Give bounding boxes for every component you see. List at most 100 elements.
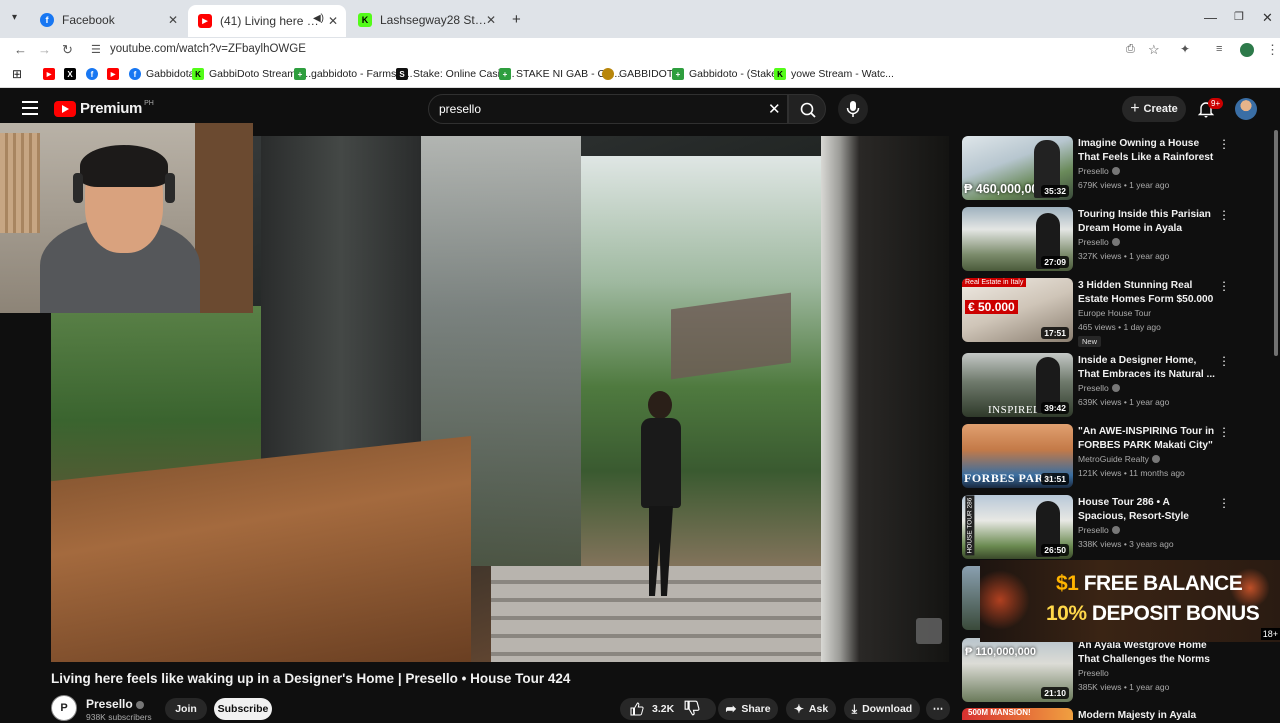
clear-search-icon[interactable]: ✕ (768, 100, 781, 118)
video-thumbnail[interactable]: ₱ 460,000,000 35:32 (962, 136, 1073, 200)
verified-icon (1111, 384, 1120, 392)
download-button[interactable]: ⤓ Download (844, 698, 920, 720)
related-video-item[interactable]: Real Estate in Italy € 50.000 17:51 3 Hi… (962, 275, 1262, 347)
join-button[interactable]: Join (165, 698, 207, 720)
search-input[interactable] (439, 102, 739, 116)
microphone-icon (846, 101, 860, 117)
related-video-item[interactable]: HOUSE TOUR 286 26:50 House Tour 286 • A … (962, 492, 1262, 563)
ad-percent: 10% (1046, 602, 1087, 625)
reload-icon[interactable]: ↻ (62, 42, 73, 58)
channel-text: Presello (1078, 525, 1109, 535)
youtube-premium-logo[interactable]: Premium PH (54, 100, 154, 117)
thumbnail-price-text: ₱ 110,000,000 (965, 646, 1036, 658)
profile-avatar-icon[interactable] (1240, 43, 1254, 57)
related-video-item[interactable]: 27:09 Touring Inside this Parisian Dream… (962, 204, 1262, 275)
channel-name[interactable]: Presello (86, 697, 144, 711)
video-thumbnail[interactable]: 500M MANSION! (962, 708, 1073, 720)
related-video-item[interactable]: INSPIRED 39:42 Inside a Designer Home, T… (962, 350, 1262, 421)
video-thumbnail[interactable] (962, 566, 982, 630)
bookmark-youtube-2[interactable]: ▶ (107, 68, 124, 80)
bookmark-x[interactable]: X (64, 68, 81, 80)
bookmark-gabbidoto[interactable]: GABBIDOTO (602, 68, 681, 80)
url-field[interactable]: youtube.com/watch?v=ZFbaylhOWGE (110, 43, 306, 55)
close-tab-icon[interactable]: ✕ (168, 13, 178, 27)
media-controls-icon[interactable]: ≡ (1216, 43, 1222, 55)
related-video-title: Touring Inside this Parisian Dream Home … (1078, 209, 1211, 234)
share-button[interactable]: ➦ Share (718, 698, 778, 720)
video-title: Living here feels like waking up in a De… (51, 671, 571, 686)
bookmark-facebook[interactable]: f (86, 68, 103, 80)
browser-menu-icon[interactable]: ⋮ (1266, 42, 1279, 58)
restore-window-icon[interactable]: ❐ (1234, 10, 1244, 23)
ad-subheadline: 10% DEPOSIT BONUS (1046, 602, 1260, 626)
bookmark-farmski[interactable]: + gabbidoto - Farmski... (294, 68, 413, 80)
thumbs-down-icon (684, 700, 700, 716)
tab-search-icon[interactable]: ▾ (12, 12, 17, 23)
video-thumbnail[interactable]: FORBES PARK 31:51 (962, 424, 1073, 488)
forward-icon[interactable]: → (38, 42, 51, 57)
close-tab-icon[interactable]: ✕ (328, 14, 338, 28)
channel-avatar[interactable]: P (51, 695, 77, 721)
tab-kick-stream[interactable]: K Lashsegway28 Stream - Watch ✕ (348, 6, 504, 34)
more-options-icon[interactable]: · · · (1220, 492, 1228, 513)
related-channel-name: Europe House Tour (1078, 308, 1152, 318)
related-video-title: 3 Hidden Stunning Real Estate Homes Form… (1078, 280, 1214, 305)
extensions-icon[interactable]: ✦ (1180, 42, 1190, 56)
close-window-icon[interactable]: ✕ (1262, 10, 1273, 26)
install-app-icon[interactable]: ⎙ (1126, 43, 1135, 56)
more-options-icon[interactable]: · · · (1220, 204, 1228, 225)
video-thumbnail[interactable]: 27:09 (962, 207, 1073, 271)
close-tab-icon[interactable]: ✕ (486, 13, 496, 27)
ask-button[interactable]: ✦ Ask (786, 698, 836, 720)
webcam-scene (73, 173, 83, 203)
related-channel-name: MetroGuide Realty (1078, 454, 1160, 464)
more-options-icon[interactable]: · · · (1220, 421, 1228, 442)
download-label: Download (862, 703, 913, 715)
apps-grid-icon[interactable]: ⊞ (12, 67, 22, 81)
minimize-window-icon[interactable]: — (1204, 10, 1217, 25)
related-video-item[interactable]: ₱ 110,000,000 21:10 An Ayala Westgrove H… (962, 638, 1262, 706)
video-thumbnail[interactable]: Real Estate in Italy € 50.000 17:51 (962, 278, 1073, 342)
bookmark-gabbidoto-stake[interactable]: + Gabbidoto - (Stake... (672, 68, 786, 80)
bookmark-gabbidota[interactable]: f Gabbidota (129, 68, 194, 80)
account-avatar[interactable] (1235, 98, 1257, 120)
video-thumbnail[interactable]: ₱ 110,000,000 21:10 (962, 638, 1073, 702)
more-actions-button[interactable]: ⋯ (926, 698, 950, 720)
casino-bonus-overlay-ad[interactable]: $1 FREE BALANCE 10% DEPOSIT BONUS 18+ (980, 560, 1280, 642)
like-count: 3.2K (652, 703, 675, 715)
age-restriction-badge: 18+ (1260, 628, 1280, 640)
channel-watermark[interactable] (916, 618, 942, 644)
more-options-icon[interactable]: · · · (1220, 133, 1228, 154)
video-thumbnail[interactable]: HOUSE TOUR 286 26:50 (962, 495, 1073, 559)
subscribe-button[interactable]: Subscribe (214, 698, 272, 720)
tab-facebook[interactable]: f Facebook ✕ (30, 6, 186, 34)
related-video-item[interactable]: ₱ 460,000,000 35:32 Imagine Owning a Hou… (962, 133, 1262, 204)
dislike-button[interactable] (684, 700, 700, 721)
more-options-icon[interactable]: · · · (1220, 350, 1228, 371)
video-thumbnail[interactable]: INSPIRED 39:42 (962, 353, 1073, 417)
voice-search-button[interactable] (838, 94, 868, 124)
kick-favicon-icon: K (358, 13, 372, 27)
bookmark-youtube[interactable]: ▶ (43, 68, 60, 80)
search-button[interactable] (788, 94, 826, 124)
region-code: PH (144, 100, 154, 107)
bookmark-star-icon[interactable]: ☆ (1148, 42, 1160, 58)
more-options-icon[interactable]: · · · (1220, 275, 1228, 296)
site-info-icon[interactable]: ☰ (91, 43, 101, 56)
search-box[interactable] (428, 94, 788, 124)
bookmark-page-icon: + (672, 68, 684, 80)
bookmark-stake-casino[interactable]: S Stake: Online Casin... (396, 68, 515, 80)
hamburger-menu-icon[interactable] (22, 101, 38, 115)
verified-icon (1111, 526, 1120, 534)
related-video-item[interactable]: FORBES PARK 31:51 "An AWE-INSPIRING Tour… (962, 421, 1262, 492)
like-button[interactable]: 3.2K (620, 698, 716, 720)
bookmark-yowe-stream[interactable]: Kyowe Stream - Watc... (774, 68, 894, 80)
audio-playing-icon[interactable]: ◀) (313, 13, 324, 24)
related-video-item[interactable]: 500M MANSION! Modern Majesty in Ayala (962, 708, 1262, 721)
tab-youtube-active[interactable]: ▶ (41) Living here feels like waking up … (188, 5, 346, 37)
back-icon[interactable]: ← (14, 42, 27, 57)
page-scrollbar[interactable] (1274, 130, 1278, 356)
thumbnail-price-text: € 50.000 (965, 300, 1018, 314)
new-tab-button[interactable]: + (512, 11, 521, 28)
create-button[interactable]: + Create (1122, 96, 1186, 122)
